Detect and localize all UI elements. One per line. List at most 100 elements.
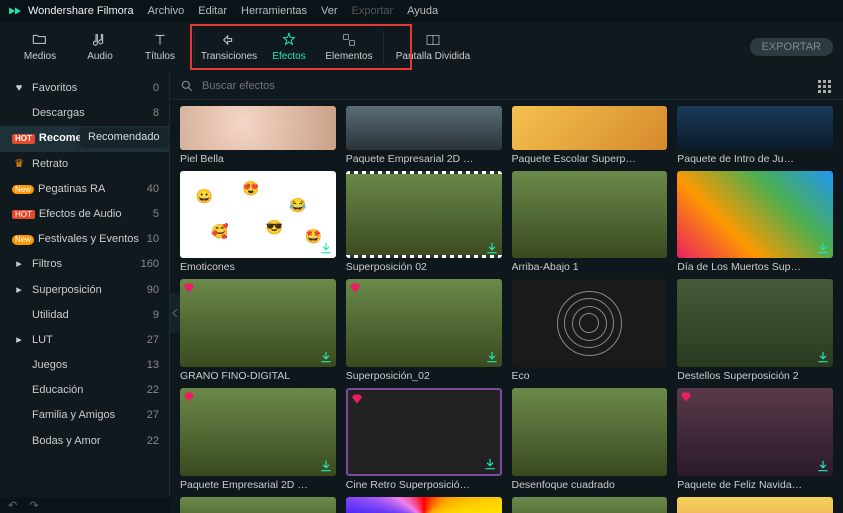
effect-card[interactable]: Paquete Empresarial 2D …	[346, 106, 502, 165]
content-area: Piel BellaPaquete Empresarial 2D …Paquet…	[170, 72, 843, 513]
menu-ver[interactable]: Ver	[321, 5, 338, 17]
tool-pantalla[interactable]: Pantalla Dividida	[388, 25, 478, 69]
chevron-right-icon: ▸	[12, 334, 26, 347]
menu-ayuda[interactable]: Ayuda	[407, 5, 438, 17]
sidebar-item[interactable]: Familia y Amigos27	[0, 403, 169, 428]
tool-transiciones[interactable]: Transiciones	[199, 25, 259, 69]
effect-card[interactable]: Paquete de Feliz Navida…	[677, 388, 833, 491]
effect-card[interactable]: Desenfoque cuadrado	[512, 388, 668, 491]
hot-badge: HOT	[12, 134, 35, 144]
sidebar-item[interactable]: ♛Retrato	[0, 152, 169, 177]
sidebar-item[interactable]: HOTEfectos de Audio5	[0, 202, 169, 227]
new-badge: New	[12, 235, 34, 245]
tool-efectos[interactable]: Efectos	[259, 25, 319, 69]
effect-label: Paquete Empresarial 2D …	[180, 479, 336, 491]
effect-card[interactable]: Superposición 02	[346, 171, 502, 274]
export-button[interactable]: EXPORTAR	[750, 38, 834, 56]
effect-label: Desenfoque cuadrado	[512, 479, 668, 491]
effect-thumb	[180, 497, 336, 513]
sidebar-item[interactable]: New Festivales y Eventos 10	[0, 227, 169, 252]
effect-card[interactable]: Destellos Superposición 2	[677, 279, 833, 382]
sidebar-label: Utilidad	[32, 309, 69, 322]
menu-editar[interactable]: Editar	[198, 5, 227, 17]
gem-icon	[680, 391, 692, 403]
tool-elementos[interactable]: Elementos	[319, 25, 379, 69]
download-icon	[319, 459, 333, 473]
redo-icon[interactable]: ↷	[29, 499, 38, 512]
download-icon	[483, 457, 497, 471]
tool-label: Audio	[87, 51, 113, 62]
effect-card[interactable]: Arriba-Abajo 1	[512, 171, 668, 274]
sidebar-item[interactable]: Descargas8	[0, 101, 169, 126]
sidebar-item[interactable]: ♥Favoritos0	[0, 76, 169, 101]
effect-card[interactable]: Eco	[512, 279, 668, 382]
undo-icon[interactable]: ↶	[8, 499, 17, 512]
sidebar-label: Filtros	[32, 258, 62, 271]
effect-thumb	[346, 106, 502, 150]
sidebar-label: Festivales y Eventos	[38, 233, 139, 246]
sidebar-count: 160	[141, 258, 159, 271]
sidebar-item[interactable]: Educación22	[0, 378, 169, 403]
tool-medios[interactable]: Medios	[10, 25, 70, 69]
effect-thumb	[512, 388, 668, 476]
sidebar-item[interactable]: ▸Filtros160	[0, 252, 169, 277]
menu-herramientas[interactable]: Herramientas	[241, 5, 307, 17]
tool-titulos[interactable]: Títulos	[130, 25, 190, 69]
search-icon	[180, 79, 194, 93]
effect-thumb	[677, 497, 833, 513]
effect-thumb	[346, 497, 502, 513]
menu-archivo[interactable]: Archivo	[148, 5, 185, 17]
effect-card[interactable]	[346, 497, 502, 513]
effect-label: Superposición_02	[346, 370, 502, 382]
music-icon	[92, 32, 108, 48]
effect-card[interactable]: Paquete Empresarial 2D …	[180, 388, 336, 491]
effect-card[interactable]	[180, 497, 336, 513]
sidebar-item[interactable]: Bodas y Amor22	[0, 429, 169, 454]
sidebar-count: 27	[147, 334, 159, 347]
effect-thumb	[180, 106, 336, 150]
sidebar-item[interactable]: ▸Superposición90	[0, 278, 169, 303]
sidebar: ♥Favoritos0Descargas8HOTRecomendado500♛R…	[0, 72, 170, 513]
sidebar-item[interactable]: NewPegatinas RA40	[0, 177, 169, 202]
app-logo-icon	[8, 4, 22, 18]
effect-thumb	[677, 171, 833, 259]
effect-card[interactable]: Paquete de Intro de Ju…	[677, 106, 833, 165]
effect-thumb	[512, 106, 668, 150]
gem-icon	[183, 282, 195, 294]
grid-view-button[interactable]	[815, 77, 833, 95]
new-badge: New	[12, 185, 34, 195]
effect-thumb	[180, 388, 336, 476]
sidebar-item[interactable]: ▸LUT27	[0, 328, 169, 353]
effect-card[interactable]	[677, 497, 833, 513]
sidebar-item[interactable]: Utilidad 9	[0, 303, 169, 328]
sidebar-label: Pegatinas RA	[38, 183, 105, 196]
effect-thumb	[512, 497, 668, 513]
gem-icon	[349, 282, 361, 294]
sidebar-count: 9	[153, 309, 159, 322]
effect-card[interactable]: Cine Retro Superposició…	[346, 388, 502, 491]
effect-card[interactable]: Paquete Escolar Superp…	[512, 106, 668, 165]
collapse-handle[interactable]	[170, 293, 180, 333]
effect-card[interactable]	[512, 497, 668, 513]
sidebar-count: 27	[147, 409, 159, 422]
effects-grid: Piel BellaPaquete Empresarial 2D …Paquet…	[170, 100, 843, 513]
search-input[interactable]	[202, 80, 807, 92]
effect-label: Paquete de Intro de Ju…	[677, 153, 833, 165]
effect-card[interactable]: Superposición_02	[346, 279, 502, 382]
effect-card[interactable]: Piel Bella	[180, 106, 336, 165]
effect-card[interactable]: GRANO FINO-DIGITAL	[180, 279, 336, 382]
sidebar-count: 8	[153, 107, 159, 120]
effect-thumb	[512, 279, 668, 367]
effect-thumb	[346, 388, 502, 476]
sidebar-item[interactable]: Juegos13	[0, 353, 169, 378]
effect-label: Paquete de Feliz Navida…	[677, 479, 833, 491]
download-icon	[319, 350, 333, 364]
effect-card[interactable]: Día de Los Muertos Sup…	[677, 171, 833, 274]
effect-card[interactable]: 😀😍😂🥰😎🤩Emoticones	[180, 171, 336, 274]
effect-thumb	[677, 388, 833, 476]
sidebar-count: 10	[147, 233, 159, 246]
app-title: Wondershare Filmora	[8, 4, 134, 18]
chevron-right-icon: ▸	[12, 284, 26, 297]
tool-audio[interactable]: Audio	[70, 25, 130, 69]
sidebar-count: 5	[153, 208, 159, 221]
